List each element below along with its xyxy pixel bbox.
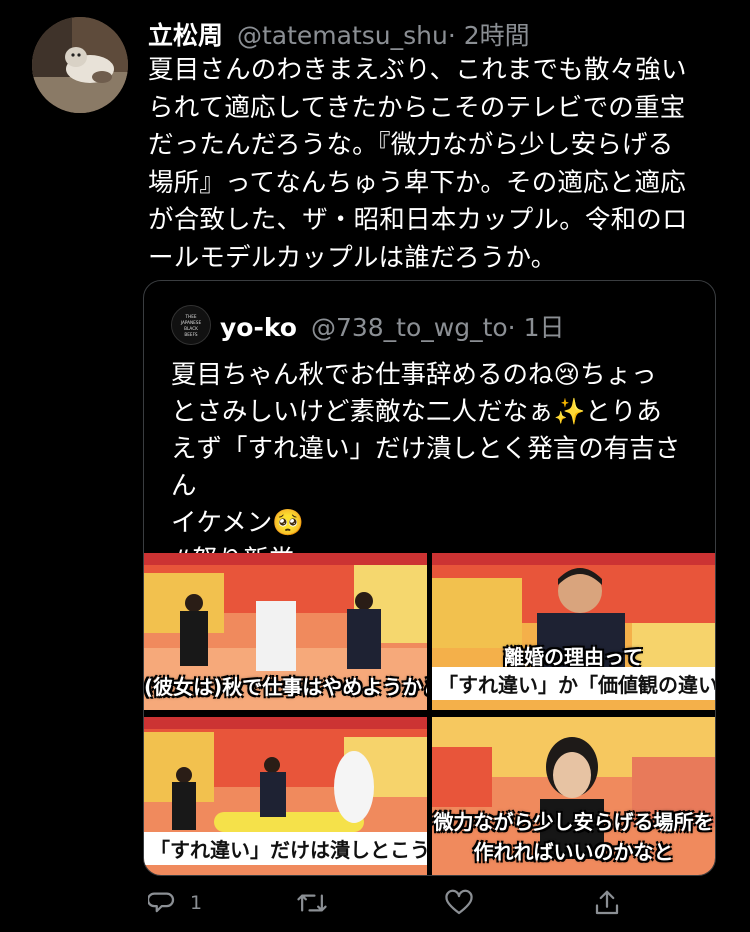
svg-text:THEE: THEE <box>185 314 197 319</box>
tweet-text-line: られて適応してきたからこそのテレビでの重宝 <box>148 92 686 123</box>
quoted-author-avatar[interactable]: THEE JAPANESE BLACK BEEFS <box>171 305 211 345</box>
media-caption-top: 離婚の理由って <box>504 645 643 669</box>
author-handle[interactable]: @tatematsu_shu <box>237 21 448 50</box>
media-caption: (彼女は)秋で仕事はやめようかと <box>144 675 427 699</box>
reply-icon <box>148 892 175 913</box>
media-grid: (彼女は)秋で仕事はやめようかと 離婚の理由って 「すれ違い」か「価値観の違い」 <box>144 553 715 875</box>
retweet-button[interactable] <box>296 888 328 918</box>
media-caption-text: 「すれ違い」だけは潰しとこうか <box>144 832 427 865</box>
quoted-text: 夏目ちゃん秋でお仕事辞めるのね😢ちょっ とさみしいけど素敵な二人だなぁ✨とりあ … <box>171 357 701 579</box>
tweet-time[interactable]: · 2時間 <box>448 21 530 50</box>
heart-icon <box>445 889 473 915</box>
media-image[interactable]: (彼女は)秋で仕事はやめようかと <box>144 553 427 710</box>
quoted-time[interactable]: · 1日 <box>508 313 565 342</box>
media-caption: 「すれ違い」か「価値観の違い」 <box>432 667 715 700</box>
cat-photo <box>32 17 128 113</box>
media-image[interactable]: 離婚の理由って 「すれ違い」か「価値観の違い」 <box>432 553 715 710</box>
svg-text:BLACK: BLACK <box>184 326 198 331</box>
tweet-text-line: 夏目さんのわきまえぶり、これまでも散々強い <box>148 55 687 85</box>
quoted-author-name[interactable]: yo-ko <box>220 313 297 342</box>
quoted-header: yo-ko @738_to_wg_to· 1日 <box>220 308 564 344</box>
quoted-text-line: えず「すれ違い」だけ潰しとく発言の有吉さん <box>171 434 681 501</box>
share-button[interactable] <box>592 888 622 918</box>
svg-text:BEEFS: BEEFS <box>184 332 197 337</box>
reply-button[interactable]: 1 <box>148 888 202 918</box>
tweet-header: 立松周 @tatematsu_shu· 2時間 <box>148 16 530 52</box>
quoted-text-line: 夏目ちゃん秋でお仕事辞めるのね😢ちょっ <box>171 360 657 390</box>
media-caption-top: 微力ながら少し安らげる場所を <box>433 810 714 834</box>
tweet-text-line: ールモデルカップルは誰だろうか。 <box>148 242 557 273</box>
tweet-text-line: 場所』ってなんちゅう卑下か。その適応と適応 <box>148 167 686 198</box>
quoted-text-line: とさみしいけど素敵な二人だなぁ✨とりあ <box>171 397 662 427</box>
media-caption: 作れればいいのかなと <box>473 840 674 864</box>
media-caption: 「すれ違い」だけは潰しとこうか <box>144 832 427 865</box>
logo-avatar-image: THEE JAPANESE BLACK BEEFS <box>172 306 210 344</box>
tweet-actions: 1 <box>148 888 688 928</box>
quoted-tweet[interactable]: THEE JAPANESE BLACK BEEFS yo-ko @738_to_… <box>143 280 716 876</box>
like-button[interactable] <box>444 888 474 918</box>
svg-text:JAPANESE: JAPANESE <box>180 320 202 325</box>
tweet-text-line: だったんだろうな。『微力ながら少し安らげる <box>148 130 674 160</box>
share-icon <box>595 890 619 915</box>
media-caption-text: 「すれ違い」か「価値観の違い」 <box>432 667 715 700</box>
quoted-author-handle[interactable]: @738_to_wg_to <box>311 313 508 342</box>
tweet-text-line: が合致した、ザ・昭和日本カップル。令和のロ <box>148 205 688 235</box>
reply-count: 1 <box>190 892 203 914</box>
media-image[interactable]: 「すれ違い」だけは潰しとこうか <box>144 717 427 875</box>
author-avatar[interactable] <box>32 17 128 113</box>
retweet-icon <box>297 894 327 912</box>
tweet-text: 夏目さんのわきまえぶり、これまでも散々強い られて適応してきたからこそのテレビで… <box>148 52 708 277</box>
quoted-text-line: イケメン🥺 <box>171 508 304 538</box>
author-name[interactable]: 立松周 <box>148 21 223 50</box>
media-image[interactable]: 微力ながら少し安らげる場所を 作れればいいのかなと <box>432 717 715 875</box>
